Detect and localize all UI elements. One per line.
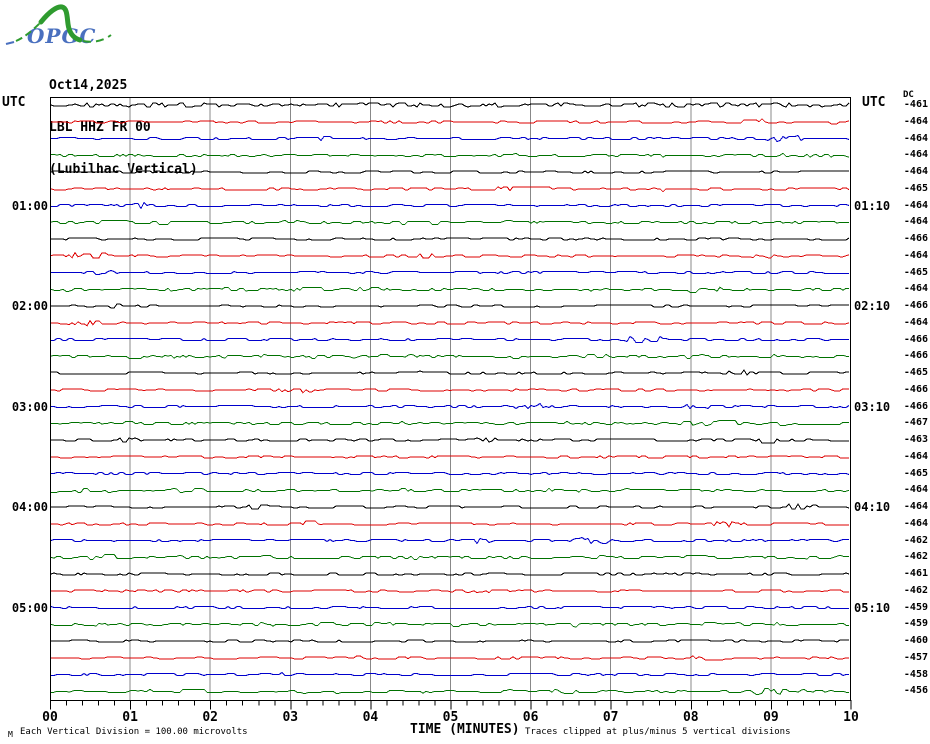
- x-tick-label-01: 01: [122, 710, 138, 725]
- dc-value-row-18: -466: [903, 400, 928, 412]
- date-label: Oct14,2025: [49, 78, 128, 93]
- dc-value-row-13: -464: [903, 316, 928, 328]
- dc-value-row-22: -465: [903, 467, 928, 479]
- dc-value-row-34: -458: [903, 668, 928, 680]
- dc-value-row-6: -464: [903, 199, 928, 211]
- x-tick-label-00: 00: [42, 710, 58, 725]
- x-tick-label-07: 07: [602, 710, 619, 725]
- corner-glyph: M: [8, 730, 13, 739]
- opgc-logo-text: OPGC: [27, 24, 96, 48]
- left-hour-label-0300: 03:00: [11, 399, 48, 414]
- dc-value-row-26: -462: [903, 534, 928, 546]
- dc-value-row-27: -462: [903, 551, 928, 563]
- left-hour-label-0100: 01:00: [11, 198, 48, 213]
- x-tick-label-02: 02: [202, 710, 219, 725]
- dc-value-row-19: -467: [903, 417, 928, 429]
- dc-value-row-29: -462: [903, 584, 928, 596]
- dc-value-row-4: -464: [903, 166, 928, 177]
- division-note: Each Vertical Division = 100.00 microvol…: [20, 727, 248, 737]
- x-tick-label-03: 03: [282, 710, 299, 725]
- dc-value-row-28: -461: [903, 568, 928, 579]
- dc-value-row-5: -465: [903, 182, 928, 194]
- dc-value-row-1: -464: [903, 115, 928, 127]
- dc-value-row-21: -464: [903, 450, 928, 462]
- dc-value-row-8: -466: [903, 233, 928, 244]
- dc-value-row-16: -465: [903, 367, 928, 378]
- dc-value-row-2: -464: [903, 132, 928, 144]
- clip-note: Traces clipped at plus/minus 5 vertical …: [525, 727, 791, 737]
- logo-left-dash: [5, 41, 15, 45]
- dc-value-row-17: -466: [903, 383, 928, 395]
- dc-value-row-32: -460: [903, 635, 928, 646]
- dc-value-row-12: -466: [903, 300, 928, 311]
- dc-value-row-31: -459: [903, 618, 928, 630]
- dc-value-row-25: -464: [903, 517, 928, 529]
- dc-value-row-7: -464: [903, 216, 928, 228]
- helicorder-page: OPGC Oct14,2025 LBL HHZ FR 00 (Lubilhac …: [0, 0, 930, 744]
- left-hour-label-0400: 04:00: [11, 500, 48, 514]
- x-tick-label-04: 04: [362, 710, 379, 725]
- opgc-logo: OPGC: [5, 4, 112, 48]
- dc-value-row-35: -456: [903, 685, 928, 697]
- left-hour-label-0500: 05:00: [11, 600, 48, 615]
- x-tick-label-08: 08: [682, 710, 699, 725]
- dc-value-row-33: -457: [903, 651, 928, 663]
- dc-value-row-10: -465: [903, 266, 928, 278]
- left-hour-label-0200: 02:00: [11, 299, 48, 313]
- dc-value-row-23: -464: [903, 484, 928, 496]
- x-tick-label-06: 06: [522, 710, 539, 725]
- x-tick-label-09: 09: [763, 710, 779, 725]
- dc-value-row-30: -459: [903, 601, 928, 613]
- utc-right-header: UTC: [862, 95, 886, 110]
- dc-value-row-9: -464: [903, 249, 928, 261]
- x-tick-label-10: 10: [843, 710, 859, 725]
- dc-value-row-11: -464: [903, 283, 928, 295]
- dc-value-row-0: -461: [903, 99, 928, 110]
- seismogram-plot: [50, 97, 851, 701]
- x-tick-label-05: 05: [442, 710, 459, 725]
- utc-left-header: UTC: [2, 95, 26, 110]
- dc-value-row-20: -463: [903, 434, 928, 445]
- dc-value-row-3: -464: [903, 149, 928, 161]
- dc-value-row-15: -466: [903, 350, 928, 362]
- dc-value-row-24: -464: [903, 501, 928, 512]
- dc-value-row-14: -466: [903, 333, 928, 345]
